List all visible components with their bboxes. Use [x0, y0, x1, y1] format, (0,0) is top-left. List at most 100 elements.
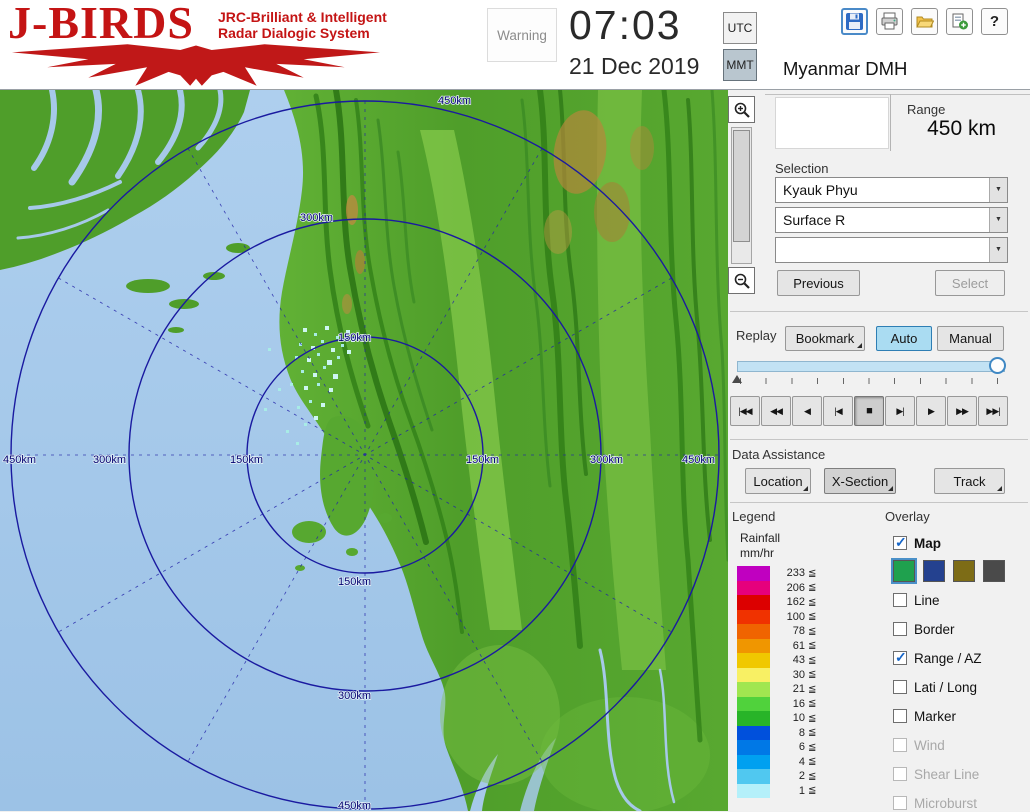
- zoom-in-icon: [733, 101, 751, 119]
- checkbox[interactable]: [893, 680, 907, 694]
- legend-value: 10: [775, 712, 805, 724]
- zoom-in-button[interactable]: [728, 96, 755, 123]
- site-dropdown[interactable]: Kyauk Phyu ▼: [775, 177, 1008, 203]
- chevron-down-icon[interactable]: ▼: [989, 208, 1007, 232]
- legend-row: 10≦: [737, 711, 857, 726]
- overlay-item-label: Line: [914, 593, 940, 608]
- overlay-item-map[interactable]: Map: [893, 534, 941, 552]
- mmt-button[interactable]: MMT: [723, 49, 757, 81]
- location-button[interactable]: Location: [745, 468, 811, 494]
- checkbox[interactable]: [893, 651, 907, 665]
- map-color-gray[interactable]: [983, 560, 1005, 582]
- overlay-item-marker[interactable]: Marker: [893, 707, 956, 725]
- checkbox[interactable]: [893, 709, 907, 723]
- map-color-swatches: [893, 560, 1005, 582]
- checkbox[interactable]: [893, 593, 907, 607]
- selection-label: Selection: [775, 161, 828, 176]
- legend-suffix: ≦: [808, 669, 816, 680]
- zoom-out-icon: [733, 272, 751, 290]
- ring-label: 150km: [338, 576, 371, 588]
- site-dropdown-value: Kyauk Phyu: [783, 182, 858, 198]
- legend-color: [737, 581, 770, 596]
- legend-value: 16: [775, 698, 805, 710]
- play-reverse-button[interactable]: ◀: [792, 396, 822, 426]
- overlay-item-label: Shear Line: [914, 767, 979, 782]
- legend-suffix: ≦: [808, 771, 816, 782]
- bookmark-button[interactable]: Bookmark: [785, 326, 865, 351]
- legend-value: 206: [775, 582, 805, 594]
- legend-color: [737, 697, 770, 712]
- export-button[interactable]: [946, 8, 973, 35]
- map-color-olive[interactable]: [953, 560, 975, 582]
- legend-color: [737, 682, 770, 697]
- help-button[interactable]: ?: [981, 8, 1008, 35]
- legend-row: 233≦: [737, 566, 857, 581]
- step-forward-button[interactable]: ▶|: [885, 396, 915, 426]
- ring-label: 450km: [682, 454, 715, 466]
- legend-suffix: ≦: [808, 568, 816, 579]
- ring-label: 150km: [466, 454, 499, 466]
- question-icon: ?: [990, 13, 999, 30]
- radar-map-area[interactable]: 450km 300km 150km 450km 300km 150km 150k…: [0, 90, 728, 811]
- xsection-button[interactable]: X-Section: [824, 468, 896, 494]
- open-folder-button[interactable]: [911, 8, 938, 35]
- range-divider: [765, 94, 1030, 95]
- product-dropdown[interactable]: Surface R ▼: [775, 207, 1008, 233]
- logo-subtitle-1: JRC-Brilliant & Intelligent: [218, 9, 387, 25]
- checkbox: [893, 767, 907, 781]
- overlay-item-lati-long[interactable]: Lati / Long: [893, 678, 977, 696]
- overlay-item-range-az[interactable]: Range / AZ: [893, 649, 982, 667]
- overlay-item-border[interactable]: Border: [893, 620, 955, 638]
- zoom-scrollbar[interactable]: [731, 127, 752, 264]
- checkbox[interactable]: [893, 536, 907, 550]
- auto-button[interactable]: Auto: [876, 326, 932, 351]
- previous-button[interactable]: Previous: [777, 270, 860, 296]
- stop-button[interactable]: ■: [854, 396, 884, 426]
- map-color-green[interactable]: [893, 560, 915, 582]
- logo-subtitle-2: Radar Dialogic System: [218, 25, 387, 41]
- zoom-scrollbar-thumb[interactable]: [733, 130, 750, 242]
- range-display-box: [775, 97, 889, 149]
- checkbox: [893, 738, 907, 752]
- radar-map: 450km 300km 150km 450km 300km 150km 150k…: [0, 90, 728, 811]
- replay-slider-ticks: [740, 378, 998, 384]
- checkbox[interactable]: [893, 622, 907, 636]
- overlay-item-line[interactable]: Line: [893, 591, 940, 609]
- separator: [730, 502, 1028, 503]
- legend-row: 30≦: [737, 668, 857, 683]
- legend-color: [737, 639, 770, 654]
- chevron-down-icon[interactable]: ▼: [989, 178, 1007, 202]
- chevron-down-icon[interactable]: ▼: [989, 238, 1007, 262]
- step-back-button[interactable]: |◀: [823, 396, 853, 426]
- skip-to-end-button[interactable]: ▶▶|: [978, 396, 1008, 426]
- play-button[interactable]: ▶: [916, 396, 946, 426]
- map-color-navy[interactable]: [923, 560, 945, 582]
- legend-color: [737, 726, 770, 741]
- legend-color: [737, 653, 770, 668]
- zoom-out-button[interactable]: [728, 267, 755, 294]
- option-dropdown[interactable]: ▼: [775, 237, 1008, 263]
- track-button[interactable]: Track: [934, 468, 1005, 494]
- legend-row: 8≦: [737, 726, 857, 741]
- fast-forward-button[interactable]: ▶▶: [947, 396, 977, 426]
- print-button[interactable]: [876, 8, 903, 35]
- app-window: J-BIRDS JRC-Brilliant & Intelligent Rada…: [0, 0, 1030, 811]
- select-button[interactable]: Select: [935, 270, 1005, 296]
- legend-row: 100≦: [737, 610, 857, 625]
- replay-slider-thumb[interactable]: [989, 357, 1006, 374]
- manual-button[interactable]: Manual: [937, 326, 1004, 351]
- utc-button[interactable]: UTC: [723, 12, 757, 44]
- legend-suffix: ≦: [808, 698, 816, 709]
- legend-row: 61≦: [737, 639, 857, 654]
- legend-row: 16≦: [737, 697, 857, 712]
- fast-rewind-button[interactable]: ◀◀: [761, 396, 791, 426]
- legend-suffix: ≦: [808, 785, 816, 796]
- ring-label: 300km: [590, 454, 623, 466]
- legend-suffix: ≦: [808, 756, 816, 767]
- skip-to-start-button[interactable]: |◀◀: [730, 396, 760, 426]
- range-vertical-divider: [890, 94, 891, 151]
- save-button[interactable]: [841, 8, 868, 35]
- replay-timeline-slider[interactable]: [737, 361, 1005, 372]
- replay-label: Replay: [736, 328, 776, 343]
- legend-suffix: ≦: [808, 713, 816, 724]
